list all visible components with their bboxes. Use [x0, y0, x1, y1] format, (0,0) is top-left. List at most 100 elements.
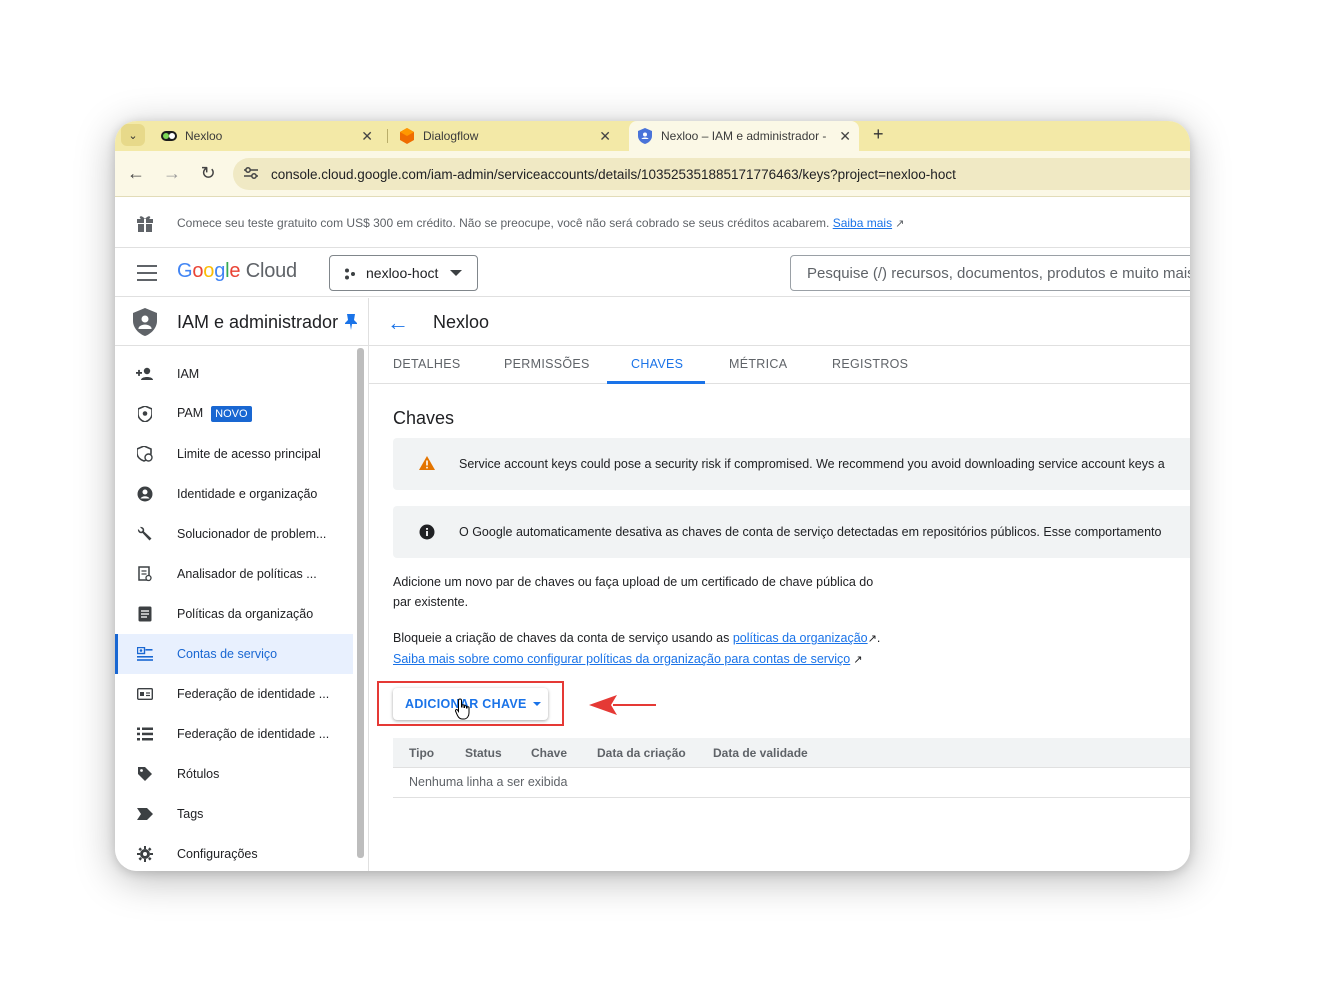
- tab-logs[interactable]: REGISTROS: [832, 357, 908, 371]
- learn-more-link[interactable]: Saiba mais: [833, 216, 892, 230]
- tab-permissions[interactable]: PERMISSÕES: [504, 357, 590, 371]
- sidebar-item-policy-analyzer[interactable]: Analisador de políticas ...: [115, 554, 353, 594]
- chevron-down-icon: ⌄: [128, 129, 138, 142]
- browser-toolbar: ← → ↻ console.cloud.google.com/iam-admin…: [115, 151, 1190, 197]
- tab-title: Dialogflow: [423, 129, 479, 143]
- page-header: ← Nexloo: [369, 298, 1190, 346]
- column-header-key[interactable]: Chave: [531, 746, 567, 760]
- period-text: .: [876, 631, 881, 645]
- external-link-icon: ↗: [892, 218, 905, 230]
- info-icon: [419, 524, 435, 540]
- sidebar-item-troubleshooter[interactable]: Solucionador de problem...: [115, 514, 353, 554]
- column-header-created[interactable]: Data da criação: [597, 746, 686, 760]
- account-circle-icon: [136, 485, 154, 503]
- pin-icon[interactable]: [345, 314, 357, 330]
- annotation-arrow: [589, 695, 656, 715]
- iam-shield-icon: [133, 308, 157, 336]
- sidebar-item-workload-federation[interactable]: Federação de identidade ...: [115, 674, 353, 714]
- sidebar-item-label: IAM: [177, 367, 200, 381]
- nexloo-favicon-icon: [161, 128, 177, 144]
- tab-separator: [387, 129, 388, 143]
- project-selector[interactable]: nexloo-hoct: [329, 255, 478, 291]
- sidebar-item-workforce-federation[interactable]: Federação de identidade ...: [115, 714, 353, 754]
- site-settings-icon[interactable]: [243, 166, 263, 183]
- info-text: O Google automaticamente desativa as cha…: [459, 525, 1162, 539]
- shield-lock-icon: [136, 405, 154, 423]
- sidebar-item-label: Políticas da organização: [177, 607, 314, 621]
- banner-text: Comece seu teste gratuito com US$ 300 em…: [177, 216, 904, 230]
- description-line: Adicione um novo par de chaves ou faça u…: [393, 575, 874, 589]
- keys-table-header: Tipo Status Chave Data da criação Data d…: [393, 738, 1190, 768]
- sidebar-item-org-policies[interactable]: Políticas da organização: [115, 594, 353, 634]
- sidebar-item-service-accounts[interactable]: Contas de serviço: [115, 634, 353, 674]
- back-arrow-icon[interactable]: ←: [125, 163, 147, 184]
- sidebar-item-labels[interactable]: Rótulos: [115, 754, 353, 794]
- wrench-icon: [136, 525, 154, 543]
- search-input[interactable]: Pesquise (/) recursos, documentos, produ…: [790, 255, 1190, 291]
- section-title: Chaves: [393, 408, 455, 428]
- browser-tab-dialogflow[interactable]: Dialogflow ✕: [393, 121, 619, 151]
- gear-icon: [136, 845, 154, 863]
- new-badge: NOVO: [211, 406, 252, 422]
- sidebar-item-identity-organization[interactable]: Identidade e organização: [115, 474, 353, 514]
- learn-more-org-policies-link[interactable]: Saiba mais sobre como configurar polític…: [393, 652, 850, 666]
- policy-analyzer-icon: [136, 565, 154, 583]
- menu-icon[interactable]: [137, 265, 157, 281]
- sidebar-item-label: Configurações: [177, 847, 258, 861]
- sidebar-item-principal-access[interactable]: Limite de acesso principal: [115, 434, 353, 474]
- back-arrow-icon[interactable]: ←: [387, 310, 409, 336]
- column-header-status[interactable]: Status: [465, 746, 502, 760]
- tab-details[interactable]: DETALHES: [393, 357, 460, 371]
- close-icon[interactable]: ✕: [361, 128, 373, 145]
- tab-search-button[interactable]: ⌄: [121, 124, 145, 146]
- sidebar-item-pam[interactable]: PAM NOVO: [115, 394, 353, 434]
- sidebar-item-tags[interactable]: Tags: [115, 794, 353, 834]
- gift-icon: [135, 213, 155, 233]
- project-name: nexloo-hoct: [366, 265, 439, 281]
- sidebar-item-iam[interactable]: IAM: [115, 354, 353, 394]
- info-banner: O Google automaticamente desativa as cha…: [393, 506, 1190, 558]
- cloud-wordmark: Cloud: [245, 260, 297, 282]
- service-account-icon: [136, 645, 154, 663]
- google-cloud-logo[interactable]: Google Cloud: [177, 260, 297, 283]
- shield-favicon-icon: [637, 128, 653, 144]
- sidebar-item-label: Identidade e organização: [177, 487, 318, 501]
- url-text: console.cloud.google.com/iam-admin/servi…: [271, 166, 956, 182]
- project-icon: [344, 267, 356, 280]
- browser-window: ⌄ Nexloo ✕ Dialogflow ✕ Nexloo – IAM e a…: [115, 121, 1190, 871]
- hand-cursor-icon: [455, 698, 470, 720]
- warning-icon: [419, 456, 435, 472]
- description-line: par existente.: [393, 595, 469, 609]
- learn-more-line: Saiba mais sobre como configurar polític…: [393, 649, 880, 670]
- sidebar-item-settings[interactable]: Configurações: [115, 834, 353, 871]
- new-tab-button[interactable]: +: [873, 124, 884, 145]
- sidebar-item-label: Federação de identidade ...: [177, 687, 330, 701]
- screenshot-stage: ⌄ Nexloo ✕ Dialogflow ✕ Nexloo – IAM e a…: [0, 0, 1323, 985]
- forward-arrow-icon[interactable]: →: [161, 163, 183, 184]
- tab-keys[interactable]: CHAVES: [631, 357, 683, 371]
- tab-title: Nexloo: [185, 129, 223, 143]
- sidebar-item-label: Rótulos: [177, 767, 220, 781]
- sidebar-scrollbar[interactable]: [357, 348, 364, 858]
- sidebar-item-label: PAM: [177, 406, 204, 420]
- close-icon[interactable]: ✕: [599, 128, 611, 145]
- warning-text: Service account keys could pose a securi…: [459, 457, 1165, 471]
- close-icon[interactable]: ✕: [839, 128, 851, 145]
- browser-tab-nexloo[interactable]: Nexloo ✕: [155, 121, 381, 151]
- reload-icon[interactable]: ↻: [197, 163, 219, 184]
- org-policy-text: Bloqueie a criação de chaves da conta de…: [393, 631, 733, 645]
- browser-tab-iam[interactable]: Nexloo – IAM e administrador - ✕: [629, 121, 859, 151]
- free-trial-banner: Comece seu teste gratuito com US$ 300 em…: [115, 198, 1190, 248]
- add-key-description: Adicione um novo par de chaves ou faça u…: [393, 572, 873, 612]
- dropdown-caret-icon: [450, 270, 463, 276]
- column-header-expiry[interactable]: Data de validade: [713, 746, 808, 760]
- address-bar[interactable]: console.cloud.google.com/iam-admin/servi…: [233, 158, 1190, 190]
- tab-metrics[interactable]: MÉTRICA: [729, 357, 787, 371]
- column-header-type[interactable]: Tipo: [409, 746, 434, 760]
- sidebar-item-label: Limite de acesso principal: [177, 447, 321, 461]
- search-placeholder: Pesquise (/) recursos, documentos, produ…: [807, 264, 1190, 282]
- org-policies-link[interactable]: políticas da organização: [733, 631, 868, 645]
- table-empty-row: Nenhuma linha a ser exibida: [393, 768, 1190, 798]
- tab-title: Nexloo – IAM e administrador -: [661, 129, 827, 143]
- detail-tabs: DETALHES PERMISSÕES CHAVES MÉTRICA REGIS…: [369, 346, 1190, 384]
